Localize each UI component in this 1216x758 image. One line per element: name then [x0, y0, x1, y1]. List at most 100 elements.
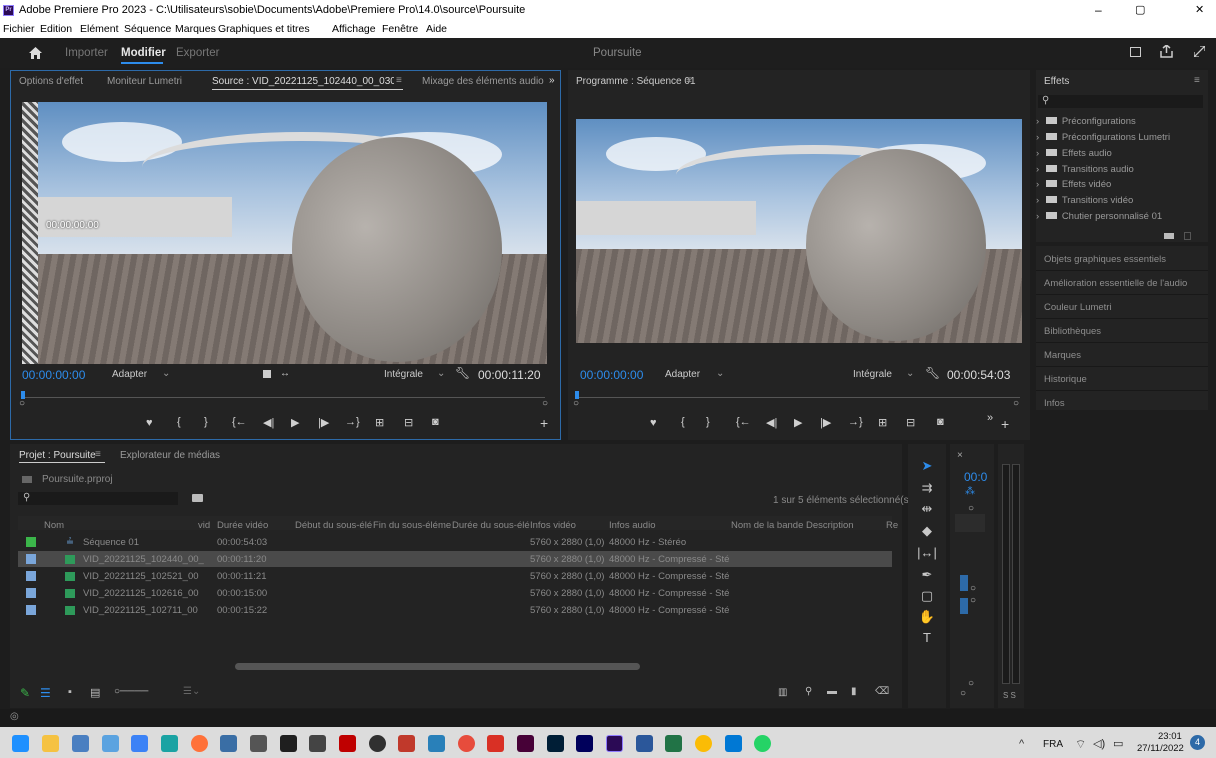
- app-icon[interactable]: [102, 735, 119, 752]
- effects-item-presets[interactable]: › Préconfigurations: [1036, 116, 1136, 127]
- lift-button[interactable]: ⊞: [878, 416, 887, 429]
- col-audio-info[interactable]: Infos audio: [609, 520, 655, 531]
- minimize-button[interactable]: –: [1095, 3, 1102, 17]
- program-export-frame-camera-icon[interactable]: ◙: [937, 416, 944, 428]
- timeline-timecode[interactable]: 00:0: [964, 470, 987, 484]
- section-history[interactable]: Historique: [1044, 374, 1087, 385]
- tab-importer[interactable]: Importer: [65, 47, 108, 59]
- timeline-track[interactable]: [955, 514, 985, 532]
- tab-modifier[interactable]: Modifier: [121, 47, 166, 59]
- program-resolution-chevron-icon[interactable]: ⌄: [906, 368, 914, 379]
- effects-item-custom-bin[interactable]: › Chutier personnalisé 01: [1036, 211, 1162, 222]
- section-info[interactable]: Infos: [1044, 398, 1065, 409]
- program-go-to-out-button[interactable]: →}: [848, 416, 863, 428]
- app-icon[interactable]: [280, 735, 297, 752]
- obs-icon[interactable]: [369, 735, 386, 752]
- volume-icon[interactable]: ◁): [1093, 737, 1105, 750]
- source-timecode[interactable]: 00:00:00:00: [22, 368, 85, 382]
- effects-title[interactable]: Effets: [1044, 76, 1069, 87]
- menu-fenetre[interactable]: Fenêtre: [382, 23, 418, 35]
- program-resolution-dropdown[interactable]: Intégrale: [853, 369, 892, 380]
- project-search-input[interactable]: [18, 492, 178, 505]
- razor-tool-icon[interactable]: ◆: [916, 523, 938, 543]
- export-frame-small-icon[interactable]: [263, 370, 271, 378]
- windows-start-icon[interactable]: [12, 735, 29, 752]
- col-description[interactable]: Description: [806, 520, 854, 531]
- meter-solo-labels[interactable]: S S: [1003, 691, 1016, 700]
- battery-icon[interactable]: ▭: [1113, 737, 1123, 750]
- program-mark-out-button[interactable]: }: [706, 416, 710, 428]
- zoom-slider[interactable]: ○────: [114, 686, 148, 697]
- effects-item-lumetri-presets[interactable]: › Préconfigurations Lumetri: [1036, 132, 1170, 143]
- type-tool-icon[interactable]: T: [916, 630, 938, 650]
- pen-tool-icon[interactable]: ✒: [916, 567, 938, 587]
- menu-fichier[interactable]: Fichier: [3, 23, 35, 35]
- freeform-view-icon[interactable]: ▤: [90, 686, 100, 699]
- col-vid[interactable]: vid: [198, 520, 210, 531]
- hand-tool-icon[interactable]: ✋: [916, 609, 938, 629]
- app-icon[interactable]: [72, 735, 89, 752]
- notification-badge[interactable]: 4: [1190, 735, 1205, 750]
- timeline-scroll-handle[interactable]: ○: [960, 688, 966, 699]
- delete-icon[interactable]: [1184, 232, 1191, 240]
- clock-time[interactable]: 23:01: [1158, 731, 1182, 742]
- rectangle-tool-icon[interactable]: ▢: [916, 588, 938, 608]
- effects-item-video-transitions[interactable]: › Transitions vidéo: [1036, 195, 1133, 206]
- selection-tool-icon[interactable]: ➤: [916, 458, 938, 478]
- wifi-icon[interactable]: ⌔: [1075, 737, 1086, 752]
- app-icon[interactable]: [309, 735, 326, 752]
- section-markers[interactable]: Marques: [1044, 350, 1081, 361]
- drag-icon[interactable]: ↔: [280, 368, 290, 379]
- program-add-button-icon[interactable]: +: [1001, 416, 1009, 432]
- program-timecode[interactable]: 00:00:00:00: [580, 368, 643, 382]
- tab-media-browser[interactable]: Explorateur de médias: [120, 450, 220, 461]
- program-add-marker-button[interactable]: ♥: [650, 417, 657, 429]
- fullscreen-icon[interactable]: [1194, 46, 1205, 57]
- project-row-clip[interactable]: VID_20221125_102521_00 00:00:11:21 5760 …: [18, 568, 892, 584]
- mark-in-button[interactable]: {: [177, 416, 181, 428]
- ripple-edit-tool-icon[interactable]: ⇹: [916, 501, 938, 521]
- col-subclip-duration[interactable]: Durée du sous-élé: [452, 520, 530, 531]
- timeline-close-button[interactable]: ×: [957, 450, 963, 461]
- project-row-clip-selected[interactable]: VID_20221125_102440_00_ 00:00:11:20 5760…: [18, 551, 892, 567]
- tab-exporter[interactable]: Exporter: [176, 47, 219, 59]
- menu-affichage[interactable]: Affichage: [332, 23, 376, 35]
- timeline-zoom-handle[interactable]: ○: [968, 503, 974, 514]
- app-icon[interactable]: [250, 735, 267, 752]
- program-step-forward-button[interactable]: |▶: [820, 416, 831, 429]
- source-resolution-chevron-icon[interactable]: ⌄: [437, 368, 445, 379]
- photoshop-icon[interactable]: [547, 735, 564, 752]
- label-color-swatch[interactable]: [26, 537, 36, 547]
- effects-item-video-effects[interactable]: › Effets vidéo: [1036, 179, 1111, 190]
- after-effects-icon[interactable]: [576, 735, 593, 752]
- col-duration[interactable]: Durée vidéo: [217, 520, 268, 531]
- source-tab-menu[interactable]: ≡: [396, 75, 402, 86]
- source-fit-dropdown[interactable]: Adapter: [112, 369, 147, 380]
- col-video-info[interactable]: Infos vidéo: [530, 520, 576, 531]
- app-icon[interactable]: [131, 735, 148, 752]
- menu-aide[interactable]: Aide: [426, 23, 447, 35]
- firefox-icon[interactable]: [191, 735, 208, 752]
- maximize-button[interactable]: ▢: [1135, 3, 1145, 16]
- section-essential-sound[interactable]: Amélioration essentielle de l'audio: [1044, 278, 1187, 289]
- list-view-icon[interactable]: ☰: [40, 686, 51, 700]
- chrome-icon[interactable]: [695, 735, 712, 752]
- app-icon[interactable]: [458, 735, 475, 752]
- tray-chevron-icon[interactable]: ^: [1019, 738, 1024, 750]
- section-lumetri-color[interactable]: Couleur Lumetri: [1044, 302, 1112, 313]
- premiere-icon[interactable]: [606, 735, 623, 752]
- export-frame-camera-icon[interactable]: ◙: [432, 416, 439, 428]
- play-button[interactable]: ▶: [291, 416, 299, 429]
- step-forward-button[interactable]: |▶: [318, 416, 329, 429]
- program-step-back-button[interactable]: ◀|: [766, 416, 777, 429]
- new-item-icon[interactable]: ▮: [851, 686, 857, 697]
- program-fit-chevron-icon[interactable]: ⌄: [716, 368, 724, 379]
- new-bin-bottom-icon[interactable]: ▬: [827, 686, 837, 697]
- timeline-handle[interactable]: ○: [970, 595, 976, 606]
- timeline-scroll-handle[interactable]: ○: [968, 678, 974, 689]
- insert-button[interactable]: ⊞: [375, 416, 384, 429]
- project-row-clip[interactable]: VID_20221125_102616_00 00:00:15:00 5760 …: [18, 585, 892, 601]
- program-zoom-end-handle[interactable]: ○: [1013, 398, 1019, 409]
- program-mark-in-button[interactable]: {: [681, 416, 685, 428]
- pencil-icon[interactable]: ✎: [20, 686, 30, 700]
